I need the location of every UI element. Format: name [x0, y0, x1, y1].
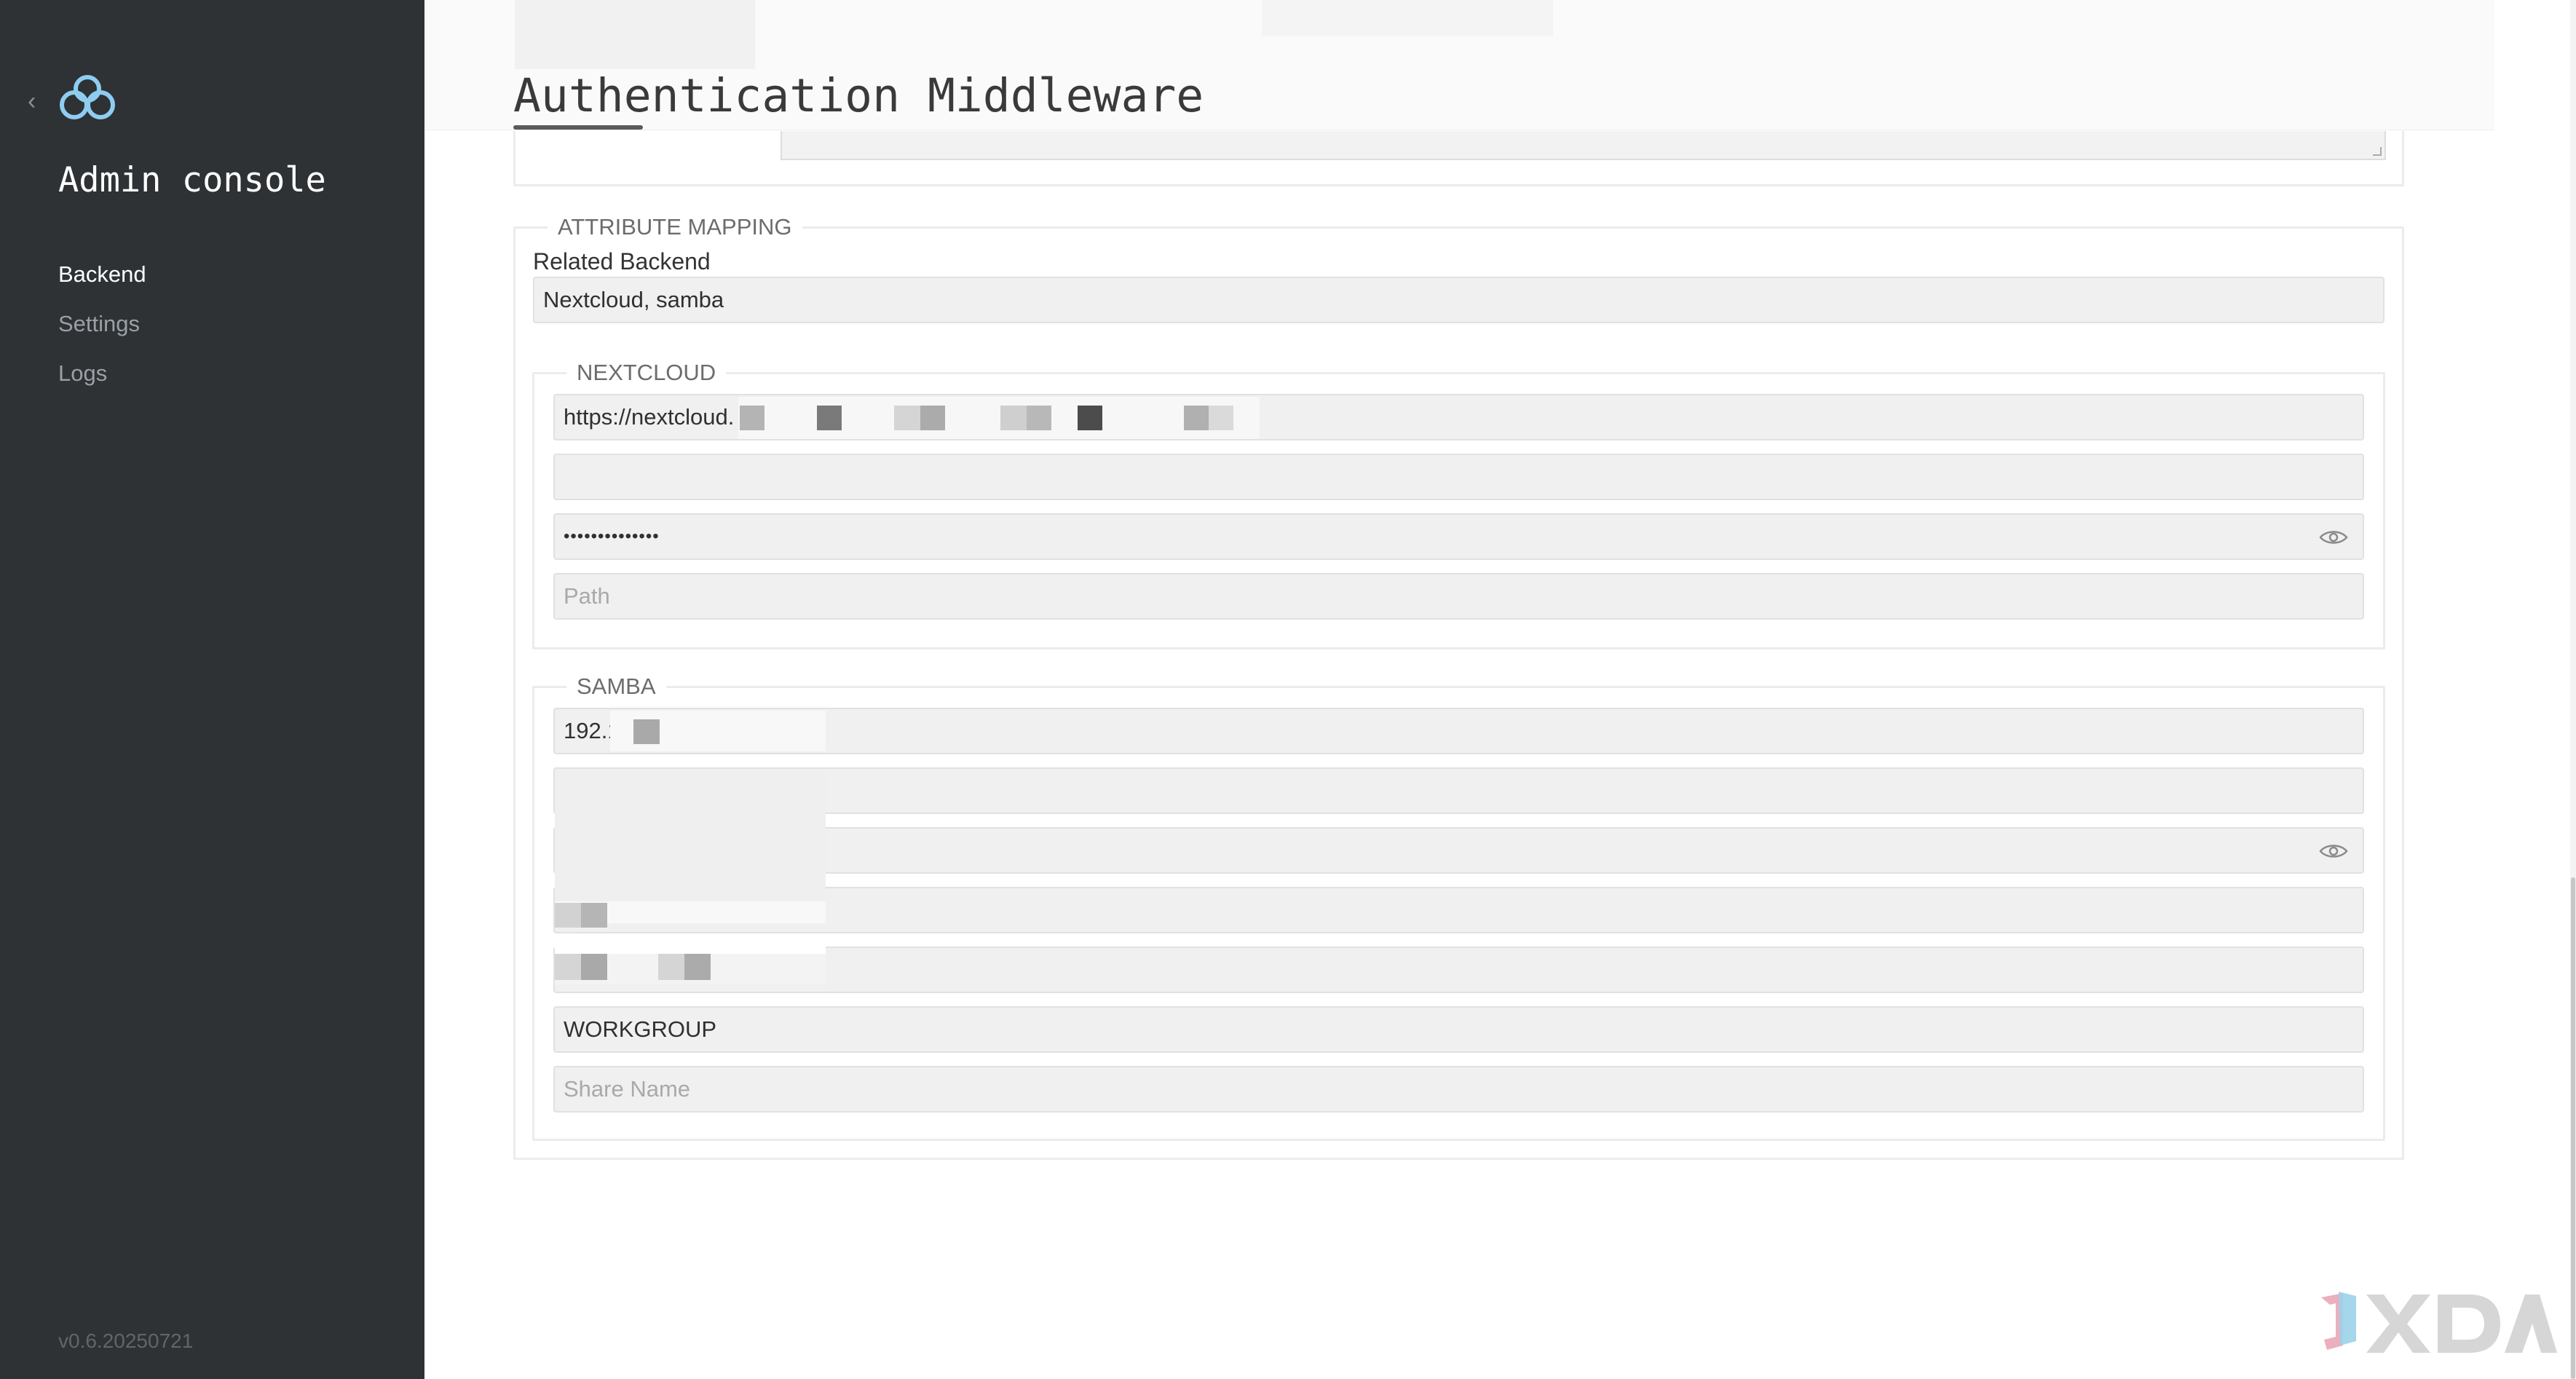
redacted-region — [738, 397, 1260, 439]
redacted-region — [555, 751, 826, 954]
sidebar-item-logs[interactable]: Logs — [58, 357, 146, 406]
title-underline — [513, 125, 643, 130]
cloud-logo-icon[interactable] — [57, 73, 118, 124]
related-backend-value: Nextcloud, samba — [543, 287, 724, 312]
related-backend-label: Related Backend — [533, 248, 711, 274]
samba-share-name-placeholder: Share Name — [564, 1076, 691, 1102]
xda-watermark-logo — [2321, 1292, 2557, 1353]
samba-legend: SAMBA — [566, 673, 666, 700]
nextcloud-legend: NEXTCLOUD — [566, 360, 727, 386]
previous-textarea[interactable] — [781, 131, 2386, 160]
nextcloud-password-value: •••••••••••••• — [564, 526, 660, 546]
show-password-eye-icon[interactable] — [2319, 842, 2348, 860]
nextcloud-path-placeholder: Path — [564, 583, 610, 609]
header-blur-region — [515, 0, 755, 69]
related-backend-field[interactable]: Nextcloud, samba — [533, 277, 2385, 323]
nextcloud-path-field[interactable]: Path — [553, 573, 2364, 620]
sidebar: ‹ Admin console Backend Settings Logs v0… — [0, 0, 424, 1379]
nextcloud-password-field[interactable]: •••••••••••••• — [553, 513, 2364, 560]
samba-share-name-field[interactable]: Share Name — [553, 1066, 2364, 1113]
samba-workgroup-value: WORKGROUP — [564, 1016, 717, 1042]
header-blur-region — [1262, 0, 1553, 36]
sidebar-item-backend[interactable]: Backend — [58, 258, 146, 307]
page-title: Authentication Middleware — [513, 69, 1204, 122]
samba-workgroup-field[interactable]: WORKGROUP — [553, 1006, 2364, 1053]
redacted-region — [610, 711, 826, 751]
redacted-region — [555, 954, 826, 995]
attribute-mapping-legend: ATTRIBUTE MAPPING — [548, 214, 802, 240]
chevron-left-icon[interactable]: ‹ — [28, 85, 45, 117]
version-label: v0.6.20250721 — [58, 1329, 194, 1352]
sidebar-nav: Backend Settings Logs — [58, 258, 146, 406]
show-password-eye-icon[interactable] — [2319, 529, 2348, 546]
admin-console-title: Admin console — [58, 160, 326, 200]
nextcloud-url-value: https://nextcloud. — [564, 404, 735, 430]
resize-handle-icon[interactable] — [2373, 147, 2382, 156]
sidebar-item-settings[interactable]: Settings — [58, 307, 146, 357]
nextcloud-username-field[interactable] — [553, 454, 2364, 500]
scrollbar-thumb[interactable] — [2571, 877, 2575, 1379]
